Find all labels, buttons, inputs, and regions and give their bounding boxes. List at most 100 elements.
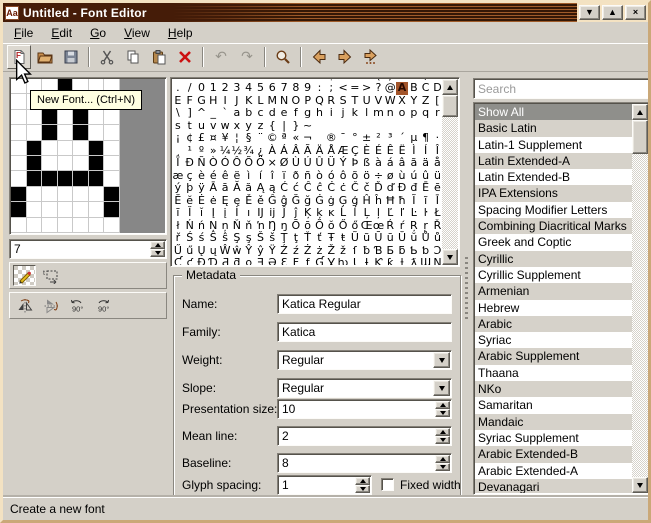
- glyph-pixel[interactable]: [42, 110, 58, 125]
- charmap-cell[interactable]: Ť: [302, 232, 314, 245]
- charmap-cell[interactable]: ¥: [219, 132, 231, 145]
- charmap-cell[interactable]: .: [172, 82, 184, 95]
- rotate-left-90-button[interactable]: 90°: [65, 295, 88, 316]
- menu-help[interactable]: Help: [159, 24, 202, 42]
- charmap-cell[interactable]: Ĉ: [302, 182, 314, 195]
- charmap-cell[interactable]: Ŝ: [207, 232, 219, 245]
- flip-vertical-button[interactable]: [39, 295, 62, 316]
- charmap-cell[interactable]: Ś: [184, 232, 196, 245]
- titlebar[interactable]: Aa Untitled - Font Editor ▼ ▲ ×: [3, 3, 648, 22]
- glyph-pixel[interactable]: [104, 141, 120, 156]
- glyph-pixel[interactable]: [11, 156, 27, 171]
- block-item[interactable]: IPA Extensions: [475, 185, 632, 201]
- charmap-cell[interactable]: o: [396, 107, 408, 120]
- charmap-cell[interactable]: Ú: [302, 157, 314, 170]
- charmap-cell[interactable]: Ɠ: [314, 257, 326, 265]
- charmap-cell[interactable]: Ď: [373, 182, 385, 195]
- mean-line-input[interactable]: [277, 426, 452, 446]
- charmap-cell[interactable]: q: [420, 107, 432, 120]
- charmap-cell[interactable]: 6: [266, 82, 278, 95]
- charmap-cell[interactable]: 4: [243, 82, 255, 95]
- charmap-cell[interactable]: m: [373, 107, 385, 120]
- charmap-cell[interactable]: ľ: [396, 207, 408, 220]
- charmap-cell[interactable]: ;: [325, 82, 337, 95]
- charmap-cell[interactable]: Ü: [325, 157, 337, 170]
- charmap-cell[interactable]: ¦: [231, 132, 243, 145]
- glyph-pixel[interactable]: [58, 171, 74, 186]
- charmap-cell[interactable]: ƍ: [243, 257, 255, 265]
- charmap-cell[interactable]: Ə: [266, 257, 278, 265]
- charmap-cell[interactable]: ă: [243, 182, 255, 195]
- charmap-cell[interactable]: ´: [396, 132, 408, 145]
- scroll-up-button[interactable]: [632, 104, 648, 120]
- charmap-cell[interactable]: j: [337, 107, 349, 120]
- rotate-right-90-button[interactable]: 90°: [91, 295, 114, 316]
- charmap-cell[interactable]: Ǝ: [255, 257, 267, 265]
- block-item[interactable]: Arabic: [475, 316, 632, 332]
- charmap-cell[interactable]: å: [432, 157, 442, 170]
- charmap-cell[interactable]: İ: [231, 207, 243, 220]
- splitter-grip[interactable]: [465, 257, 468, 319]
- charmap-cell[interactable]: 1: [207, 82, 219, 95]
- spin-down-button[interactable]: [435, 436, 450, 444]
- charmap-cell[interactable]: á: [384, 157, 396, 170]
- glyph-pixel[interactable]: [73, 171, 89, 186]
- charmap-cell[interactable]: Ɣ: [325, 257, 337, 265]
- glyph-width-up-button[interactable]: [150, 241, 165, 249]
- block-item[interactable]: Arabic Supplement: [475, 348, 632, 364]
- charmap-cell[interactable]: Ū: [373, 232, 385, 245]
- glyph-pixel[interactable]: [42, 187, 58, 202]
- charmap-cell[interactable]: £: [196, 132, 208, 145]
- charmap-cell[interactable]: ƒ: [302, 257, 314, 265]
- charmap-cell[interactable]: D: [432, 82, 442, 95]
- glyph-width-input[interactable]: [9, 239, 167, 259]
- charmap-cell[interactable]: k: [349, 107, 361, 120]
- charmap-cell[interactable]: Ŀ: [408, 207, 420, 220]
- spin-up-button[interactable]: [435, 401, 450, 409]
- block-item[interactable]: Arabic Extended-B: [475, 446, 632, 462]
- spin-up-button[interactable]: [355, 477, 370, 485]
- search-input[interactable]: [473, 78, 650, 99]
- menu-go[interactable]: Go: [81, 24, 115, 42]
- charmap-cell[interactable]: ď: [384, 182, 396, 195]
- glyph-pixel[interactable]: [27, 202, 43, 217]
- charmap-cell[interactable]: ş: [243, 232, 255, 245]
- glyph-pixel[interactable]: [73, 202, 89, 217]
- flip-horizontal-button[interactable]: [13, 295, 36, 316]
- charmap-cell[interactable]: Ĵ: [278, 207, 290, 220]
- fixed-width-checkbox[interactable]: [381, 478, 394, 491]
- glyph-pixel[interactable]: [27, 156, 43, 171]
- charmap-cell[interactable]: 5: [255, 82, 267, 95]
- charmap-cell[interactable]: ŀ: [420, 207, 432, 220]
- glyph-pixel[interactable]: [11, 171, 27, 186]
- charmap-cell[interactable]: Ó: [219, 157, 231, 170]
- glyph-pixel[interactable]: [89, 125, 105, 140]
- menu-file[interactable]: File: [5, 24, 42, 42]
- charmap-cell[interactable]: Ɲ: [432, 257, 442, 265]
- charmap-cell[interactable]: 7: [278, 82, 290, 95]
- glyph-pixel[interactable]: [73, 156, 89, 171]
- charmap-cell[interactable]: ·: [432, 132, 442, 145]
- glyph-pixel[interactable]: [11, 141, 27, 156]
- charmap-cell[interactable]: °: [349, 132, 361, 145]
- charmap-cell[interactable]: š: [266, 232, 278, 245]
- charmap-cell[interactable]: ţ: [290, 232, 302, 245]
- charmap-cell[interactable]: Ù: [290, 157, 302, 170]
- charmap-cell[interactable]: č: [361, 182, 373, 195]
- glyph-pixel[interactable]: [58, 156, 74, 171]
- charmap-cell[interactable]: ć: [290, 182, 302, 195]
- charmap-cell[interactable]: ý: [172, 182, 184, 195]
- charmap-cell[interactable]: n: [384, 107, 396, 120]
- block-item[interactable]: Latin-1 Supplement: [475, 137, 632, 153]
- block-item[interactable]: Spacing Modifier Letters: [475, 202, 632, 218]
- charmap-cell[interactable]: @: [384, 82, 396, 95]
- charmap-cell[interactable]: ƈ: [184, 257, 196, 265]
- redo-button[interactable]: ↷: [235, 45, 259, 69]
- block-item[interactable]: Basic Latin: [475, 120, 632, 136]
- move-selection-tool-button[interactable]: t: [39, 265, 62, 286]
- glyph-pixel[interactable]: [27, 171, 43, 186]
- baseline-input[interactable]: [277, 453, 452, 473]
- charmap-cell[interactable]: Ļ: [361, 207, 373, 220]
- charmap-cell[interactable]: C: [420, 82, 432, 95]
- charmap-cell[interactable]: ã: [408, 157, 420, 170]
